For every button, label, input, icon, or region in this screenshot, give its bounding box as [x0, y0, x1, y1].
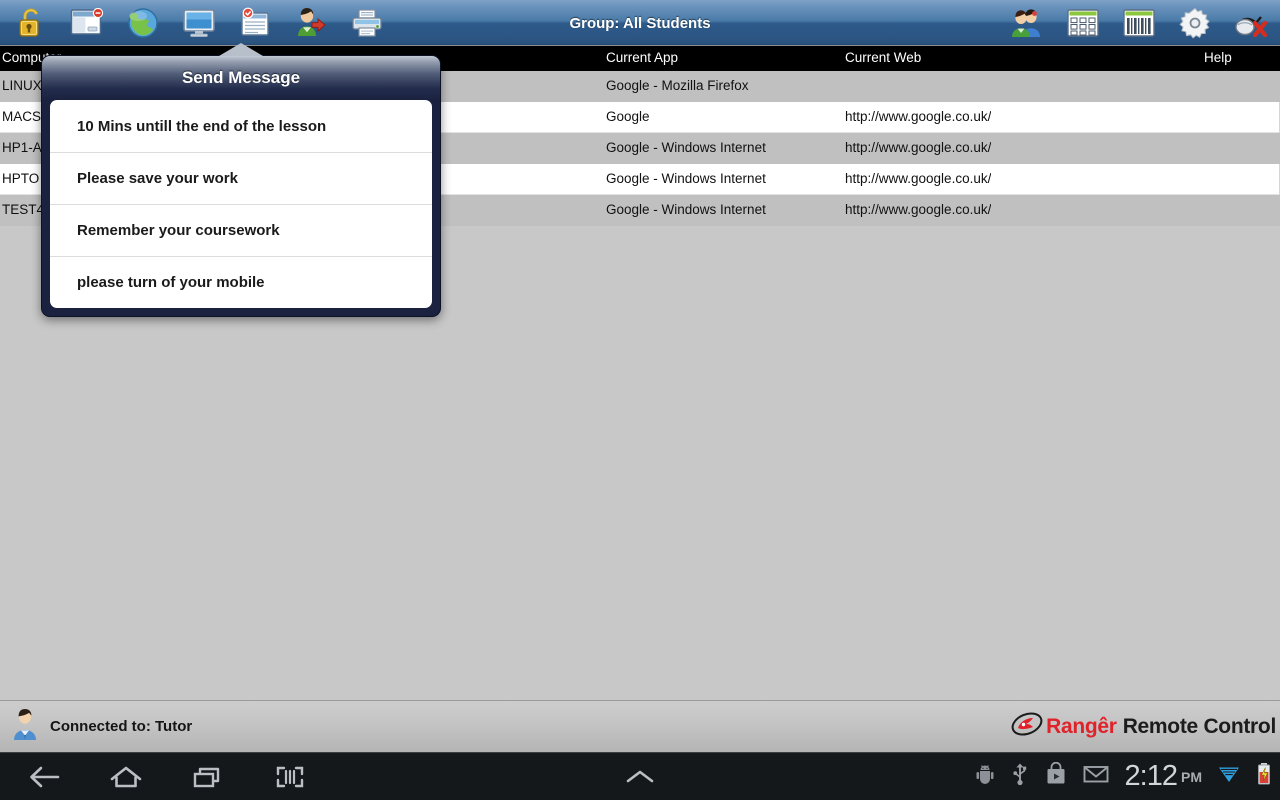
popup-menu-item[interactable]: 10 Mins untill the end of the lesson — [50, 100, 432, 152]
status-bar: Connected to: Tutor Rangêr Remote Contro… — [0, 700, 1280, 752]
cell-computer: TEST4 — [2, 202, 45, 217]
android-debug-icon[interactable] — [975, 763, 995, 790]
home-icon[interactable] — [104, 755, 148, 799]
settings-gear-icon[interactable] — [1172, 3, 1218, 43]
popup-title: Send Message — [42, 56, 440, 100]
show-screen-icon[interactable] — [176, 3, 222, 43]
cell-computer: LINUX — [2, 78, 42, 93]
main-toolbar: Group: All Students — [0, 0, 1280, 46]
cell-current-app: Google - Windows Internet — [606, 171, 766, 186]
popup-container: Send Message 10 Mins untill the end of t… — [41, 55, 441, 317]
connection-status: Connected to: Tutor — [50, 718, 193, 735]
cell-current-app: Google - Windows Internet — [606, 202, 766, 217]
popup-menu-item[interactable]: Please save your work — [50, 152, 432, 204]
cell-current-app: Google - Windows Internet — [606, 140, 766, 155]
brand-secondary-text: Remote Control — [1122, 714, 1277, 738]
play-store-icon[interactable] — [1045, 761, 1067, 791]
ranger-swoosh-icon — [1010, 709, 1044, 744]
disconnect-icon[interactable] — [1228, 3, 1274, 43]
nav-button-group — [0, 755, 312, 799]
send-message-popup: Send Message 10 Mins untill the end of t… — [41, 43, 441, 317]
system-tray: 2:12 PM — [975, 760, 1280, 793]
app-root: Group: All Students Computer Current App… — [0, 0, 1280, 800]
gmail-icon[interactable] — [1083, 764, 1109, 789]
back-icon[interactable] — [22, 755, 66, 799]
popup-menu-item[interactable]: please turn of your mobile — [50, 256, 432, 308]
cell-current-web: http://www.google.co.uk/ — [845, 171, 992, 186]
students-icon[interactable] — [1004, 3, 1050, 43]
popup-message-list: 10 Mins untill the end of the lesson Ple… — [50, 100, 432, 308]
keypad-icon[interactable] — [1060, 3, 1106, 43]
usb-icon[interactable] — [1011, 762, 1029, 791]
popup-menu-item[interactable]: Remember your coursework — [50, 204, 432, 256]
cell-current-web: http://www.google.co.uk/ — [845, 202, 992, 217]
tutor-avatar-icon — [10, 707, 40, 746]
cell-computer: HPTO — [2, 171, 40, 186]
cell-current-app: Google - Mozilla Firefox — [606, 78, 749, 93]
battery-icon[interactable] — [1256, 762, 1272, 791]
column-current-app[interactable]: Current App — [606, 50, 678, 65]
cell-current-web: http://www.google.co.uk/ — [845, 109, 992, 124]
unlock-icon[interactable] — [8, 3, 54, 43]
toolbar-right-group — [1004, 3, 1280, 43]
popup-arrow-icon — [219, 43, 263, 56]
cell-current-web: http://www.google.co.uk/ — [845, 140, 992, 155]
print-icon[interactable] — [344, 3, 390, 43]
column-current-web[interactable]: Current Web — [845, 50, 921, 65]
internet-icon[interactable] — [120, 3, 166, 43]
wifi-icon[interactable] — [1218, 764, 1240, 789]
column-help[interactable]: Help — [1204, 50, 1232, 65]
cell-computer: MACS — [2, 109, 42, 124]
clock-ampm: PM — [1181, 768, 1202, 785]
clock-time[interactable]: 2:12 — [1125, 760, 1178, 793]
request-help-icon[interactable] — [288, 3, 334, 43]
cell-current-app: Google — [606, 109, 650, 124]
toolbar-left-group — [0, 3, 390, 43]
screenshot-icon[interactable] — [268, 755, 312, 799]
layout-icon[interactable] — [1116, 3, 1162, 43]
menu-chevron-up-icon[interactable] — [618, 755, 662, 799]
brand-primary-text: Rangêr — [1046, 714, 1117, 738]
cell-computer: HP1-A — [2, 140, 42, 155]
brand-logo: Rangêr Remote Control — [1010, 709, 1280, 744]
recents-icon[interactable] — [186, 755, 230, 799]
send-message-icon[interactable] — [232, 3, 278, 43]
blank-screen-icon[interactable] — [64, 3, 110, 43]
android-navigation-bar: 2:12 PM — [0, 752, 1280, 800]
